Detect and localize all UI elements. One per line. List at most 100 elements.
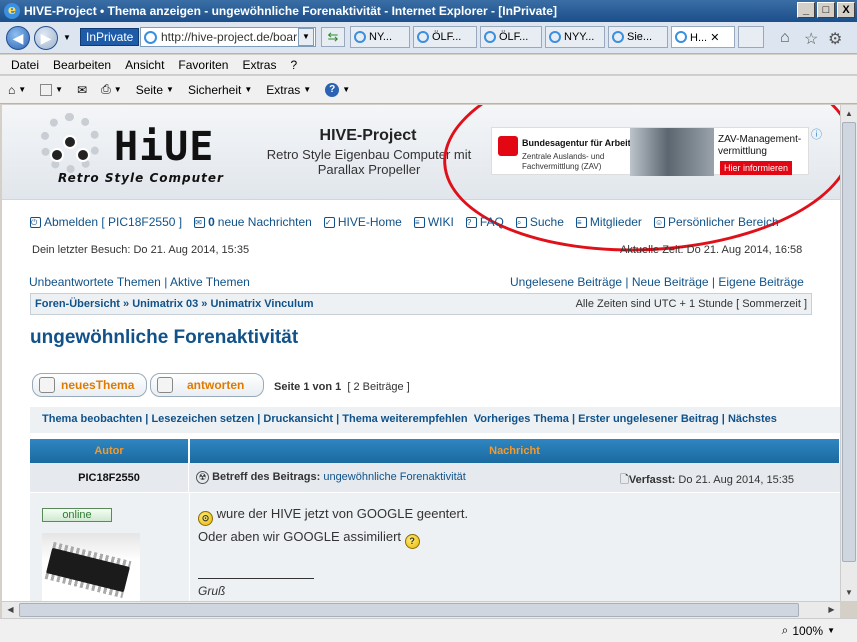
watch-topic-link[interactable]: Thema beobachten <box>42 413 142 425</box>
refresh-icon[interactable]: ⇆ <box>321 27 345 47</box>
print-icon: ⎙ <box>101 82 111 96</box>
members-link[interactable]: ≡ Mitglieder <box>575 215 642 229</box>
new-posts-link[interactable]: Neue Beiträge <box>632 275 709 289</box>
menu-extras[interactable]: Extras <box>242 58 276 72</box>
horizontal-scroll-thumb[interactable] <box>19 603 799 617</box>
home-command[interactable]: ⌂ ▼ <box>8 83 26 97</box>
smiley-question-icon: ? <box>404 534 420 549</box>
tab-5[interactable]: Sie... <box>608 26 668 48</box>
scroll-up-icon[interactable]: ▲ <box>842 106 856 121</box>
messages-link[interactable]: ✉ 0 neue Nachrichten <box>194 215 312 229</box>
page-info: Seite 1 von 1 <box>274 381 342 393</box>
close-button[interactable]: X <box>837 2 855 18</box>
previous-topic-link[interactable]: Vorheriges Thema <box>474 413 569 425</box>
menu-favoriten[interactable]: Favoriten <box>178 58 228 72</box>
topic-title[interactable]: ungewöhnliche Forenaktivität <box>30 327 298 349</box>
post-date: Do 21. Aug 2014, 15:35 <box>678 474 795 486</box>
menu-bearbeiten[interactable]: Bearbeiten <box>53 58 111 72</box>
tab-2[interactable]: ÖLF... <box>413 26 477 48</box>
menu-ansicht[interactable]: Ansicht <box>125 58 164 72</box>
vertical-scrollbar[interactable]: ▲ ▼ <box>840 105 857 601</box>
home-label: HIVE-Home <box>337 215 402 229</box>
safety-menu[interactable]: Sicherheit ▼ <box>188 83 252 97</box>
own-posts-link[interactable]: Eigene Beiträge <box>718 275 803 289</box>
logout-link[interactable]: ⏻ Abmelden [ PIC18F2550 ] <box>30 215 182 229</box>
tools-menu-label: Extras <box>266 82 301 97</box>
post-radiation-icon: ☢ <box>196 471 209 484</box>
breadcrumb-subforum[interactable]: Unimatrix Vinculum <box>210 298 313 310</box>
command-bar: ⌂ ▼ ▼ ✉ ⎙ ▼ Seite ▼ Sicherheit ▼ Extras ▼ ? ▼ <box>0 76 857 104</box>
zoom-icon: ⌕ <box>781 623 789 637</box>
faq-link[interactable]: ? FAQ <box>465 215 504 229</box>
profile-link[interactable]: ☺ Persönlicher Bereich <box>653 215 779 229</box>
breadcrumb-forum[interactable]: Unimatrix 03 <box>132 298 198 310</box>
maximize-button[interactable]: □ <box>817 2 835 18</box>
zoom-dropdown-icon[interactable]: ▼ <box>827 626 835 635</box>
history-dropdown-icon[interactable]: ▼ <box>63 33 71 42</box>
help-menu[interactable]: ? ▼ <box>325 82 350 97</box>
address-dropdown-icon[interactable]: ▼ <box>298 28 314 46</box>
menu-help[interactable]: ? <box>290 58 297 72</box>
post-author[interactable]: PIC18F2550 <box>30 463 189 493</box>
bookmark-link[interactable]: Lesezeichen setzen <box>151 413 254 425</box>
reply-label: antworten <box>187 378 245 392</box>
faq-icon: ? <box>465 216 477 228</box>
page-icon <box>144 31 157 44</box>
post-subject-link[interactable]: ungewöhnliche Forenaktivität <box>323 471 465 483</box>
tab-1[interactable]: NY... <box>350 26 410 48</box>
minimize-button[interactable]: _ <box>797 2 815 18</box>
new-topic-icon <box>39 377 55 393</box>
horizontal-scrollbar[interactable]: ◀ ▶ <box>2 601 840 618</box>
reply-button[interactable]: antworten <box>150 373 264 397</box>
home-link[interactable]: ✓ HIVE-Home <box>323 215 402 229</box>
unread-posts-link[interactable]: Ungelesene Beiträge <box>510 275 622 289</box>
next-topic-link[interactable]: Nächstes <box>728 413 777 425</box>
favorites-star-icon[interactable]: ☆ <box>804 29 818 49</box>
scroll-down-icon[interactable]: ▼ <box>842 585 856 600</box>
print-command[interactable]: ⎙ ▼ <box>101 82 122 97</box>
topic-actions: Thema beobachten | Lesezeichen setzen | … <box>30 407 840 433</box>
scroll-right-icon[interactable]: ▶ <box>824 603 839 617</box>
search-link[interactable]: ⌕ Suche <box>515 215 564 229</box>
search-icon: ⌕ <box>515 216 527 228</box>
tools-gear-icon[interactable]: ⚙ <box>828 29 842 49</box>
vertical-scroll-thumb[interactable] <box>842 122 856 562</box>
print-view-link[interactable]: Druckansicht <box>263 413 333 425</box>
members-icon: ≡ <box>575 216 587 228</box>
scroll-left-icon[interactable]: ◀ <box>3 603 18 617</box>
tab-label: Sie... <box>627 31 653 43</box>
zoom-control[interactable]: ⌕ 100% ▼ <box>782 623 835 638</box>
profile-label: Persönlicher Bereich <box>667 215 779 229</box>
tab-4[interactable]: NYY... <box>545 26 605 48</box>
home-icon[interactable]: ⌂ <box>780 29 790 47</box>
unanswered-link[interactable]: Unbeantwortete Themen <box>29 275 161 289</box>
wiki-link[interactable]: ≡ WIKI <box>413 215 454 229</box>
author-column-header: Autor <box>30 439 189 463</box>
page-menu[interactable]: Seite ▼ <box>136 83 174 97</box>
tab-close-icon[interactable]: ✕ <box>710 32 719 44</box>
tab-3[interactable]: ÖLF... <box>480 26 542 48</box>
breadcrumb-home[interactable]: Foren-Übersicht <box>35 298 120 310</box>
annotation-circle <box>438 105 840 262</box>
checkbox-icon: ✓ <box>323 216 335 228</box>
post-subject-line: ☢ Betreff des Beitrags: ungewöhnliche Fo… <box>196 471 466 484</box>
new-topic-button[interactable]: neuesThema <box>32 373 147 397</box>
address-input[interactable]: http://hive-project.de/boar <box>140 27 316 47</box>
logout-label: Abmelden [ PIC18F2550 ] <box>44 215 183 229</box>
forward-button[interactable]: ▶ <box>34 26 58 50</box>
ie-logo-icon: e <box>4 3 20 19</box>
recommend-link[interactable]: Thema weiterempfehlen <box>342 413 467 425</box>
tab-active[interactable]: H... ✕ <box>671 26 735 48</box>
first-unread-link[interactable]: Erster ungelesener Beitrag <box>578 413 719 425</box>
last-visit: Dein letzter Besuch: Do 21. Aug 2014, 15… <box>32 244 250 256</box>
logo-text: HiUE <box>114 124 215 170</box>
active-topics-link[interactable]: Aktive Themen <box>170 275 250 289</box>
new-topic-label-b: Thema <box>95 378 135 392</box>
feeds-command[interactable]: ▼ <box>40 83 63 96</box>
new-tab-button[interactable] <box>738 26 764 48</box>
back-button[interactable]: ◀ <box>6 26 30 50</box>
menu-datei[interactable]: Datei <box>11 58 39 72</box>
tools-menu[interactable]: Extras ▼ <box>266 83 311 97</box>
mail-command[interactable]: ✉ <box>77 83 87 97</box>
tab-label: NY... <box>369 31 393 43</box>
